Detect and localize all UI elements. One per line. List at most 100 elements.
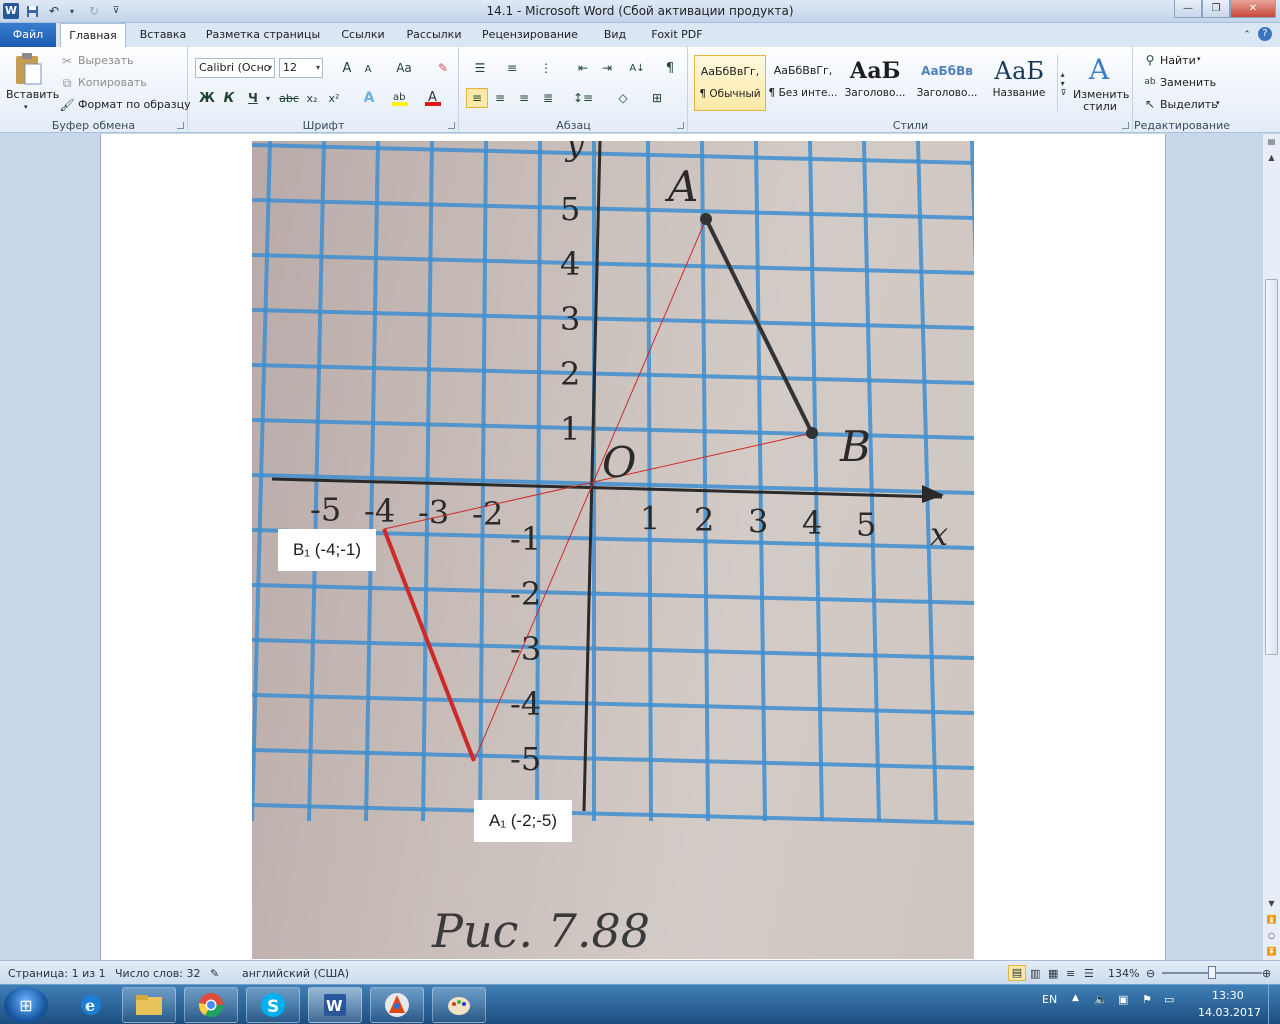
underline-dropdown-icon[interactable]: ▾ [263,91,273,105]
tray-arrow-icon[interactable]: ▲ [1072,993,1079,1003]
outline-icon[interactable]: ≡ [1066,967,1075,980]
line-spacing-icon[interactable]: ↕≡ [570,88,596,108]
select-button[interactable]: Выделить [1160,98,1218,111]
draft-icon[interactable]: ☰ [1084,967,1094,980]
shrink-font-icon[interactable]: A [361,62,375,76]
paint-icon[interactable] [432,987,486,1023]
page-count[interactable]: Страница: 1 из 1 [8,967,106,980]
font-family-combo[interactable]: Calibri (Осно ▾ [195,58,275,78]
network-icon[interactable]: ▣ [1118,993,1128,1006]
ribbon-minimize-icon[interactable]: ⌃ [1240,28,1254,42]
shading-icon[interactable]: ◇ [610,88,636,108]
borders-icon[interactable]: ⊞ [644,88,670,108]
tab-view[interactable]: Вид [598,23,632,47]
bullets-icon[interactable]: ☰ [468,60,492,76]
show-formatting-icon[interactable]: ¶ [662,60,678,76]
format-painter-button[interactable]: Формат по образцу [78,98,191,111]
web-layout-icon[interactable]: ▦ [1048,967,1058,980]
print-layout-icon[interactable]: ▤ [1008,965,1026,981]
paste-icon[interactable] [12,51,44,87]
zoom-out-icon[interactable]: ⊖ [1146,967,1155,980]
tab-foxit-pdf[interactable]: Foxit PDF [646,23,708,47]
styles-scroll-icon[interactable]: ▴ ▾ ⊽ [1057,55,1069,111]
tab-home[interactable]: Главная [60,23,126,48]
tab-review[interactable]: Рецензирование [480,23,580,47]
scroll-thumb[interactable] [1265,279,1278,655]
cut-button[interactable]: Вырезать [78,54,133,67]
proofing-icon[interactable]: ✎ [210,967,219,980]
increase-indent-icon[interactable]: ⇥ [598,60,616,76]
close-button[interactable]: ✕ [1230,0,1276,18]
font-size-combo[interactable]: 12 ▾ [279,58,323,78]
minimize-button[interactable]: — [1174,0,1202,18]
style-heading-2[interactable]: АаБбВв Заголово... [911,55,983,111]
tab-page-layout[interactable]: Разметка страницы [204,23,322,47]
superscript-button[interactable]: x² [325,89,343,107]
next-page-icon[interactable]: ⏬ [1264,944,1279,958]
styles-launcher-icon[interactable] [1122,122,1129,129]
tab-file[interactable]: Файл [0,23,56,47]
start-button[interactable]: ⊞ [4,987,48,1023]
zoom-in-icon[interactable]: ⊕ [1262,967,1271,980]
clipboard-launcher-icon[interactable] [177,122,184,129]
prev-page-icon[interactable]: ⏫ [1264,912,1279,926]
numbering-icon[interactable]: ≡ [500,60,524,76]
clock-time[interactable]: 13:30 [1212,989,1244,1002]
text-effects-icon[interactable]: A [359,89,379,107]
zoom-slider-thumb[interactable] [1208,966,1216,979]
paste-dropdown-icon[interactable]: ▾ [24,103,28,111]
word-count[interactable]: Число слов: 32 [115,967,201,980]
skype-icon[interactable]: S [246,987,300,1023]
internet-explorer-icon[interactable]: e [66,987,116,1023]
clock-date[interactable]: 14.03.2017 [1198,1006,1261,1019]
full-screen-reading-icon[interactable]: ▥ [1030,967,1040,980]
underline-button[interactable]: Ч [245,89,261,107]
find-button[interactable]: Найти [1160,54,1196,67]
decrease-indent-icon[interactable]: ⇤ [574,60,592,76]
chrome-icon[interactable] [184,987,238,1023]
replace-button[interactable]: Заменить [1160,76,1216,89]
browse-object-icon[interactable]: ○ [1264,928,1279,942]
show-desktop-button[interactable] [1268,985,1280,1024]
tab-references[interactable]: Ссылки [334,23,392,47]
textbook-figure-image[interactable]: -5 -4 -3 -2 1 2 3 4 5 x 5 4 3 2 1 -1 -2 -3 -4 -5 y ABO Рис.… [252,141,974,959]
tab-mailings[interactable]: Рассылки [402,23,466,47]
style-no-spacing[interactable]: АаБбВвГг, ¶ Без инте... [767,55,839,111]
zoom-level[interactable]: 134% [1108,967,1139,980]
ruler-toggle-icon[interactable]: ▤ [1264,134,1279,148]
style-normal[interactable]: АаБбВвГг, ¶ Обычный [694,55,766,111]
file-explorer-icon[interactable] [122,987,176,1023]
justify-icon[interactable]: ≣ [538,88,558,108]
grow-font-icon[interactable]: A [339,60,355,76]
paste-button[interactable]: Вставить [6,88,59,101]
change-case-icon[interactable]: Aa [393,60,415,76]
vlc-icon[interactable] [370,987,424,1023]
select-dropdown-icon[interactable]: ▾ [1216,99,1220,107]
highlight-color-icon[interactable]: ab [389,89,413,107]
tab-insert[interactable]: Вставка [130,23,196,47]
scroll-up-icon[interactable]: ▲ [1264,150,1279,164]
change-styles-button[interactable]: Изменить стили [1073,89,1129,113]
sort-icon[interactable]: A↓ [628,60,646,76]
vertical-scrollbar[interactable]: ▤ ▲ ▼ ⏫ ○ ⏬ [1262,134,1280,960]
language-tray[interactable]: EN [1042,993,1057,1006]
notification-icon[interactable]: ▭ [1164,993,1174,1006]
strikethrough-button[interactable]: abc [279,89,299,107]
volume-icon[interactable]: 🔈 [1094,993,1108,1006]
align-right-icon[interactable]: ≡ [514,88,534,108]
multilevel-list-icon[interactable]: ⋮ [534,60,558,76]
bold-button[interactable]: Ж [199,89,215,107]
align-center-icon[interactable]: ≡ [490,88,510,108]
clear-formatting-icon[interactable]: ✎ [435,60,451,76]
word-icon[interactable]: W [308,987,362,1023]
font-color-icon[interactable]: A [423,89,445,107]
scroll-down-icon[interactable]: ▼ [1264,896,1279,910]
maximize-button[interactable]: ❐ [1202,0,1230,18]
italic-button[interactable]: К [221,89,237,107]
align-left-icon[interactable]: ≡ [466,88,488,108]
style-title[interactable]: АаБ Название [983,55,1055,111]
help-icon[interactable]: ? [1258,27,1272,41]
language-indicator[interactable]: английский (США) [242,967,349,980]
font-launcher-icon[interactable] [448,122,455,129]
style-heading-1[interactable]: АаБ Заголово... [839,55,911,111]
